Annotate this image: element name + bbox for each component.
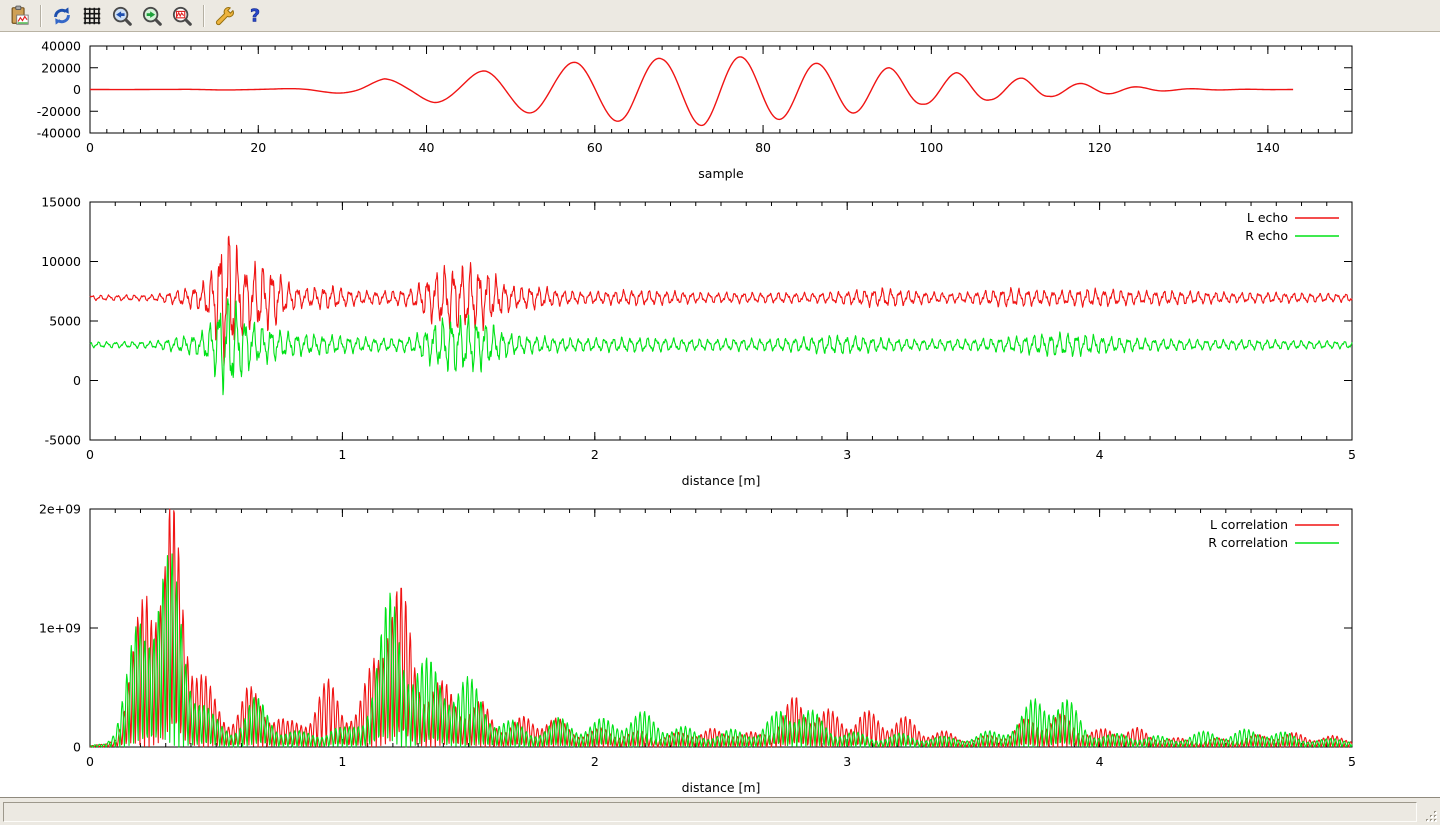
x-tick-label: 4: [1096, 447, 1104, 462]
y-tick-label: 15000: [41, 195, 81, 210]
x-tick-label: 1: [338, 754, 346, 769]
x-tick-label: 2: [591, 754, 599, 769]
y-tick-label: 40000: [41, 39, 81, 54]
magnifier-plot-icon: [171, 5, 193, 27]
series-r-echo: [90, 299, 1352, 395]
x-tick-label: 40: [419, 140, 435, 155]
grid-icon: [81, 5, 103, 27]
chart-correlation[interactable]: 0 1 2 3 4 5 0 1e+09 2e+09 distance [m] L correlati…: [0, 492, 1440, 797]
autoscale-button[interactable]: [167, 2, 197, 30]
legend-label: R echo: [1245, 228, 1288, 243]
chart-echo[interactable]: 0 1 2 3 4 5 -5000 0 5000 10000 15000 distance [m] L …: [0, 192, 1440, 492]
copy-to-clipboard-button[interactable]: [4, 2, 34, 30]
help-button[interactable]: ?: [240, 2, 270, 30]
y-tick-label: 0: [73, 82, 81, 97]
toolbar-separator: [40, 5, 41, 27]
x-tick-label: 140: [1256, 140, 1280, 155]
x-tick-label: 4: [1096, 754, 1104, 769]
x-tick-label: 2: [591, 447, 599, 462]
question-mark-icon: ?: [244, 5, 266, 27]
x-tick-label: 0: [86, 447, 94, 462]
x-tick-label: 60: [587, 140, 603, 155]
legend-label: L correlation: [1210, 517, 1288, 532]
y-tick-label: 0: [73, 740, 81, 755]
next-zoom-button[interactable]: [137, 2, 167, 30]
refresh-icon: [51, 5, 73, 27]
y-tick-label: 0: [73, 373, 81, 388]
toggle-grid-button[interactable]: [77, 2, 107, 30]
y-tick-label: -40000: [37, 126, 81, 141]
status-message: [3, 802, 1417, 822]
replot-button[interactable]: [47, 2, 77, 30]
y-tick-label: 2e+09: [39, 502, 81, 517]
svg-text:?: ?: [250, 6, 260, 26]
toolbar-separator: [203, 5, 204, 27]
x-axis-label: sample: [698, 166, 744, 181]
legend: L echo R echo: [1245, 210, 1339, 243]
legend: L correlation R correlation: [1208, 517, 1339, 550]
x-tick-label: 0: [86, 140, 94, 155]
y-tick-label: 20000: [41, 60, 81, 75]
legend-label: R correlation: [1208, 535, 1288, 550]
series-pulse: [90, 57, 1293, 125]
x-tick-label: 100: [919, 140, 943, 155]
x-tick-label: 3: [843, 447, 851, 462]
series-lines: [90, 509, 1352, 747]
toolbar: ?: [0, 0, 1440, 32]
x-axis-label: distance [m]: [682, 780, 761, 795]
previous-zoom-button[interactable]: [107, 2, 137, 30]
wrench-icon: [214, 5, 236, 27]
series-r-correlation: [90, 554, 1352, 747]
magnifier-left-arrow-icon: [111, 5, 133, 27]
y-tick-label: -5000: [45, 433, 81, 448]
x-tick-label: 1: [338, 447, 346, 462]
series-l-correlation: [90, 509, 1352, 747]
axes: 0 20 40 60 80 100 120 140 -40000 -20000 0 20000 4000…: [37, 39, 1352, 156]
plot-canvas: 020406080100120140-40000-200000200004000…: [0, 32, 1440, 797]
resize-grip-icon[interactable]: [1424, 809, 1438, 823]
series-l-echo: [90, 236, 1352, 366]
y-tick-label: -20000: [37, 104, 81, 119]
x-tick-label: 120: [1088, 140, 1112, 155]
x-tick-label: 80: [755, 140, 771, 155]
x-tick-label: 5: [1348, 447, 1356, 462]
x-axis-label: distance [m]: [682, 473, 761, 488]
axes: 0 1 2 3 4 5 -5000 0 5000 10000 15000: [41, 195, 1356, 463]
x-tick-label: 5: [1348, 754, 1356, 769]
magnifier-right-arrow-icon: [141, 5, 163, 27]
series-lines: [90, 57, 1293, 125]
clipboard-plot-icon: [8, 5, 30, 27]
y-tick-label: 1e+09: [39, 621, 81, 636]
x-tick-label: 3: [843, 754, 851, 769]
y-tick-label: 5000: [49, 314, 81, 329]
legend-label: L echo: [1247, 210, 1288, 225]
y-tick-label: 10000: [41, 254, 81, 269]
status-bar: [0, 797, 1440, 825]
configure-button[interactable]: [210, 2, 240, 30]
series-lines: [90, 236, 1352, 394]
x-tick-label: 20: [250, 140, 266, 155]
chart-waveform[interactable]: 0 20 40 60 80 100 120 140 -40000 -20000 0 20000 4000…: [0, 32, 1440, 192]
x-tick-label: 0: [86, 754, 94, 769]
